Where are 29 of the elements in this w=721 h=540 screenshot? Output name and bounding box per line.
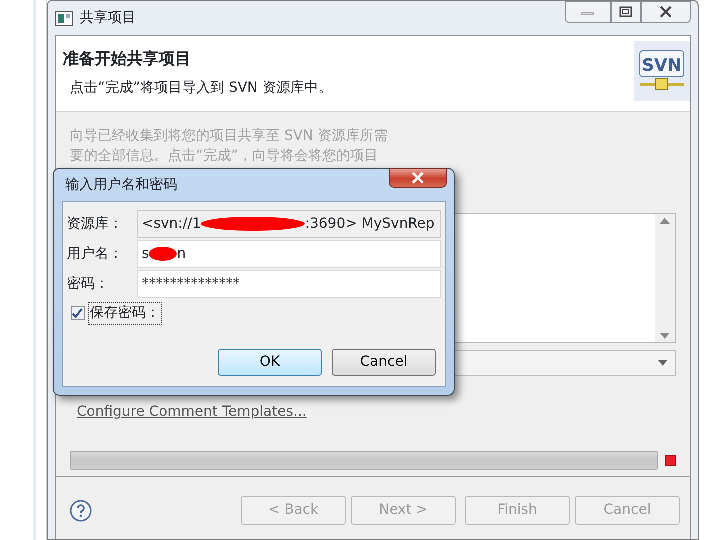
help-icon[interactable] [70, 500, 92, 522]
window-title: 共享项目 [80, 8, 136, 28]
close-button[interactable] [389, 168, 447, 188]
dialog-button[interactable]: OK [218, 348, 322, 376]
save-password-label[interactable]: 保存密码： [88, 302, 162, 324]
maximize-icon [619, 6, 633, 18]
header-title: 准备开始共享项目 [63, 48, 192, 70]
close-button[interactable] [641, 1, 691, 23]
close-icon [659, 6, 673, 18]
field-label: 用户名： [67, 244, 124, 264]
close-icon [411, 172, 425, 184]
dropdown-caret-icon [658, 360, 668, 366]
scroll-up-icon[interactable] [660, 218, 670, 224]
intro-text: 向导已经收集到将您的项目共享至 SVN 资源库所需 [70, 127, 388, 146]
field-label: 密码： [67, 274, 110, 294]
input-field[interactable]: s n [137, 240, 441, 268]
scroll-down-icon[interactable] [660, 332, 670, 338]
header-description: 点击“完成”将项目导入到 SVN 资源库中。 [70, 79, 334, 98]
input-field[interactable]: <svn://1 :3690> MySvnRep [137, 210, 441, 238]
intro-text: 要的全部信息。点击“完成”，向导将会将您的项目 [70, 147, 379, 166]
maximize-button[interactable] [611, 1, 641, 23]
dialog-title: 输入用户名和密码 [66, 176, 178, 194]
field-label: 资源库： [67, 214, 124, 234]
svn-logo-icon: SVN [634, 41, 690, 101]
save-password-checkbox[interactable] [70, 306, 84, 320]
input-field[interactable]: ************** [137, 270, 441, 298]
dialog-button[interactable]: Cancel [332, 348, 436, 376]
configure-templates-link[interactable]: Configure Comment Templates... [77, 404, 307, 420]
window-app-icon [55, 10, 73, 26]
